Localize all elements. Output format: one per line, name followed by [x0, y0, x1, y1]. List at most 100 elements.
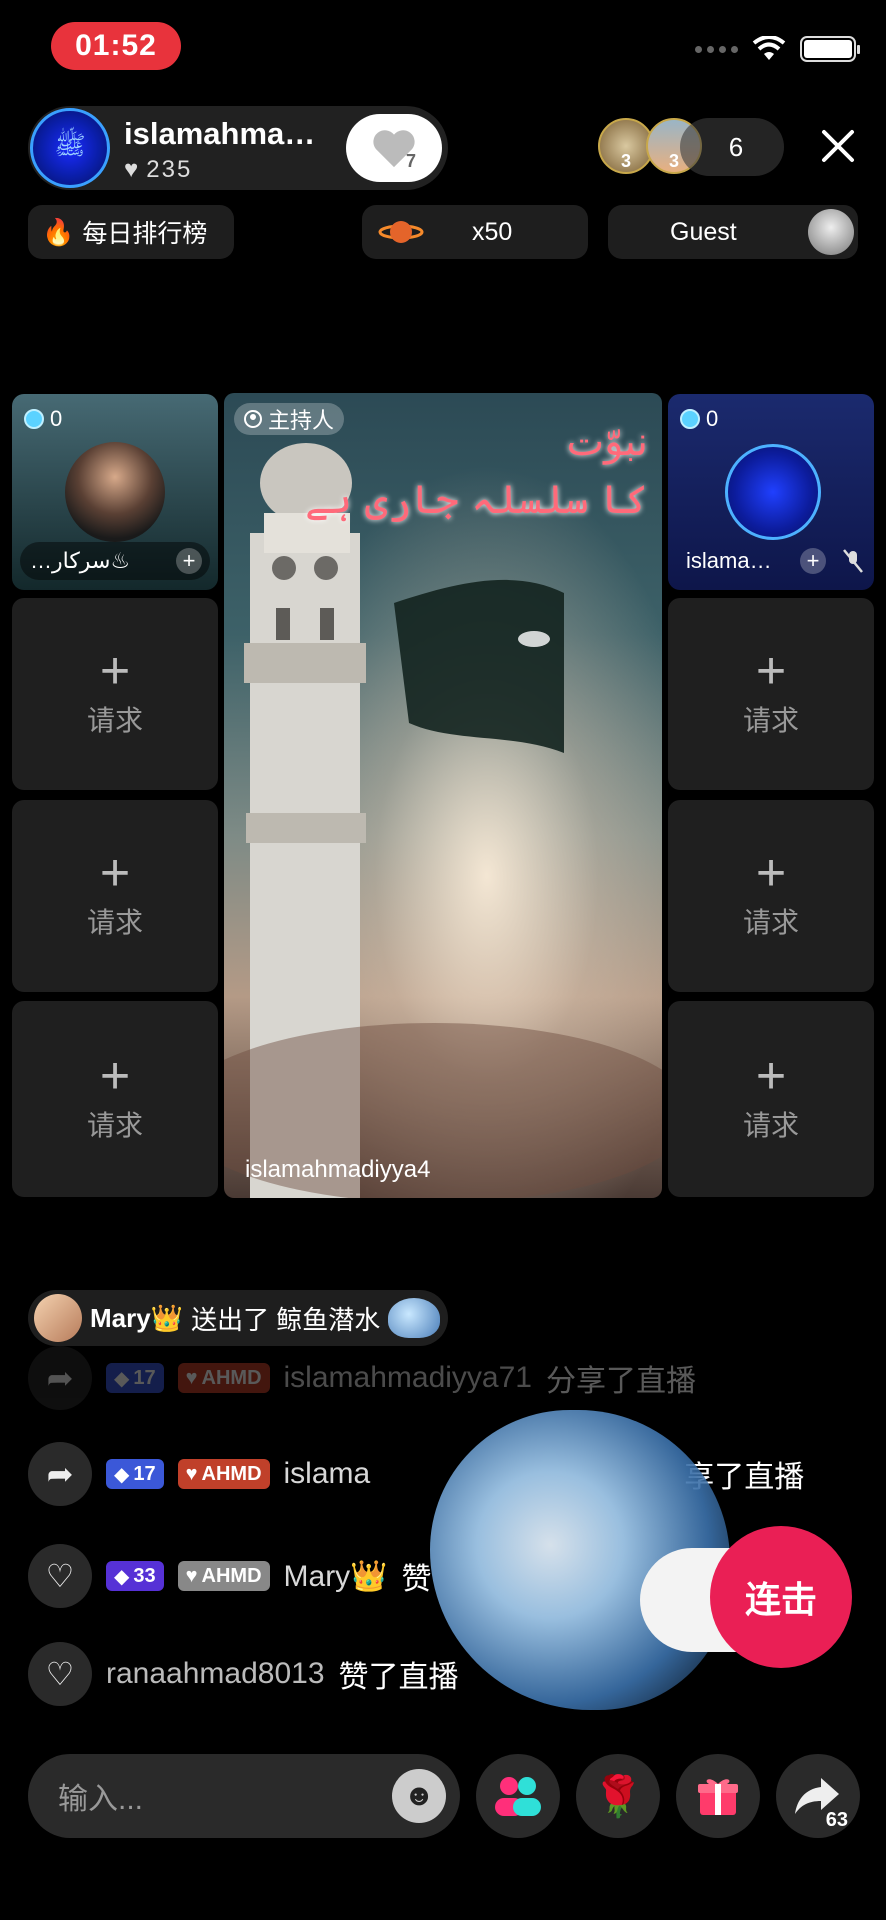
guest-avatar[interactable]	[725, 444, 821, 540]
status-time: 01:52	[51, 22, 181, 70]
close-icon	[822, 130, 854, 162]
chat-message: ♡ ◆ 33 ♥ AHMD Mary👑 赞	[28, 1544, 432, 1608]
plus-icon: +	[99, 844, 131, 902]
plus-icon: +	[755, 642, 787, 700]
fan-badge: ♥ AHMD	[177, 1459, 270, 1489]
close-button[interactable]	[812, 120, 864, 172]
follow-count: 7	[405, 151, 416, 171]
fire-icon: 🔥	[42, 216, 75, 247]
multiplier-pill[interactable]: x50	[362, 205, 588, 259]
comment-placeholder: 输入...	[58, 1783, 144, 1816]
guest-label: Guest	[670, 217, 737, 246]
fan-badge: ♥ AHMD	[177, 1363, 270, 1393]
guest-seat-right[interactable]: 0 islama… +	[668, 394, 874, 590]
avatar	[34, 1294, 82, 1342]
share-icon: ➦	[28, 1442, 92, 1506]
plus-icon: +	[99, 1047, 131, 1105]
fan-badge-label: AHMD	[201, 1366, 262, 1389]
signal-icon	[695, 45, 738, 53]
combo-button[interactable]: 连击	[710, 1526, 852, 1668]
chat-message: ➦ ◆ 17 ♥ AHMD islamahmadiyya71 分享了直播	[28, 1346, 696, 1410]
share-button[interactable]: 63	[776, 1754, 860, 1838]
mic-muted-icon	[843, 549, 863, 573]
comment-input[interactable]: 输入... ☻	[28, 1754, 460, 1838]
guest-seat-left[interactable]: 0 …سرکار♨ +	[12, 394, 218, 590]
fan-badge-label: AHMD	[201, 1564, 262, 1587]
host-likes: ♥ 235	[124, 156, 192, 184]
request-seat[interactable]: + 请求	[668, 1001, 874, 1197]
daily-ranking-button[interactable]: 🔥 每日排行榜	[28, 205, 234, 259]
guest-score-value: 0	[706, 406, 719, 431]
people-icon	[495, 1777, 541, 1816]
heart-icon: ♡	[28, 1544, 92, 1608]
viewer-badge: 3	[620, 151, 631, 171]
wifi-icon	[752, 36, 786, 60]
guests-button[interactable]	[476, 1754, 560, 1838]
share-count: 63	[825, 1809, 848, 1831]
plus-icon: +	[755, 1047, 787, 1105]
guest-avatar[interactable]	[65, 442, 165, 542]
request-label: 请求	[86, 1110, 143, 1141]
chat-text: 分享了直播	[545, 1365, 696, 1398]
request-label: 请求	[86, 907, 143, 938]
chat-username[interactable]: Mary👑	[284, 1559, 388, 1594]
request-seat[interactable]: + 请求	[668, 800, 874, 992]
guest-score: 0	[680, 406, 718, 432]
request-label: 请求	[742, 907, 799, 938]
guest-name-pill[interactable]: …سرکار♨ +	[20, 542, 210, 580]
chat-username[interactable]: islamahmadiyya71	[284, 1361, 532, 1395]
request-label: 请求	[742, 705, 799, 736]
video-username: islamahmadiyya4	[245, 1156, 431, 1183]
guest-name-pill[interactable]: islama… +	[676, 542, 866, 580]
gift-sender: Mary👑	[90, 1302, 184, 1333]
host-likes-count: 235	[146, 156, 193, 183]
multiplier-label: x50	[472, 217, 513, 246]
request-seat[interactable]: + 请求	[12, 598, 218, 790]
host-info[interactable]: ﷺ islamahma… ♥ 235 7	[28, 106, 448, 190]
chat-username[interactable]: ranaahmad8013	[106, 1657, 325, 1691]
level-value: 17	[133, 1366, 156, 1389]
share-icon: ➦	[28, 1346, 92, 1410]
rose-icon: 🌹	[593, 1774, 643, 1819]
plus-icon: +	[99, 642, 131, 700]
level-value: 17	[133, 1462, 156, 1485]
viewer-badge: 3	[668, 151, 679, 171]
gift-button[interactable]	[676, 1754, 760, 1838]
fan-badge: ♥ AHMD	[177, 1561, 270, 1591]
request-label: 请求	[742, 1110, 799, 1141]
gem-icon	[24, 409, 44, 429]
level-badge: ◆ 17	[106, 1459, 164, 1489]
heart-icon: ♥	[124, 156, 141, 183]
chat-text: 赞了直播	[338, 1661, 459, 1694]
guest-button[interactable]: Guest	[608, 205, 858, 259]
host-icon	[244, 410, 262, 428]
chat-username[interactable]: islama	[284, 1457, 371, 1491]
status-icons	[695, 36, 860, 62]
urdu-line: نبوّت	[566, 419, 648, 465]
host-name: islamahma…	[124, 116, 316, 151]
gift-text: 送出了 鲸鱼潜水	[191, 1304, 381, 1335]
host-avatar[interactable]: ﷺ	[30, 108, 110, 188]
gift-icon	[698, 1779, 738, 1815]
plus-icon: +	[755, 844, 787, 902]
host-video[interactable]: 主持人 نبوّت کا سلسلہ جاری ہے islamahmadiyy…	[224, 393, 662, 1198]
add-icon[interactable]: +	[176, 548, 202, 574]
battery-icon	[800, 36, 860, 62]
planet-icon	[378, 221, 424, 243]
daily-ranking-label: 每日排行榜	[82, 220, 208, 248]
viewer-count[interactable]: 6	[680, 118, 784, 176]
add-icon[interactable]: +	[800, 548, 826, 574]
request-seat[interactable]: + 请求	[668, 598, 874, 790]
guest-score-value: 0	[50, 406, 63, 431]
fan-badge-label: AHMD	[201, 1462, 262, 1485]
emoji-icon[interactable]: ☻	[392, 1769, 446, 1823]
level-value: 33	[133, 1564, 156, 1587]
follow-button[interactable]: 7	[346, 114, 442, 182]
rose-gift-button[interactable]: 🌹	[576, 1754, 660, 1838]
guest-name: …سرکار♨	[30, 548, 131, 573]
request-seat[interactable]: + 请求	[12, 1001, 218, 1197]
guest-name: islama…	[686, 548, 772, 573]
urdu-overlay: نبوّت کا سلسلہ جاری ہے	[305, 413, 648, 529]
level-badge: ◆ 17	[106, 1363, 164, 1393]
request-seat[interactable]: + 请求	[12, 800, 218, 992]
